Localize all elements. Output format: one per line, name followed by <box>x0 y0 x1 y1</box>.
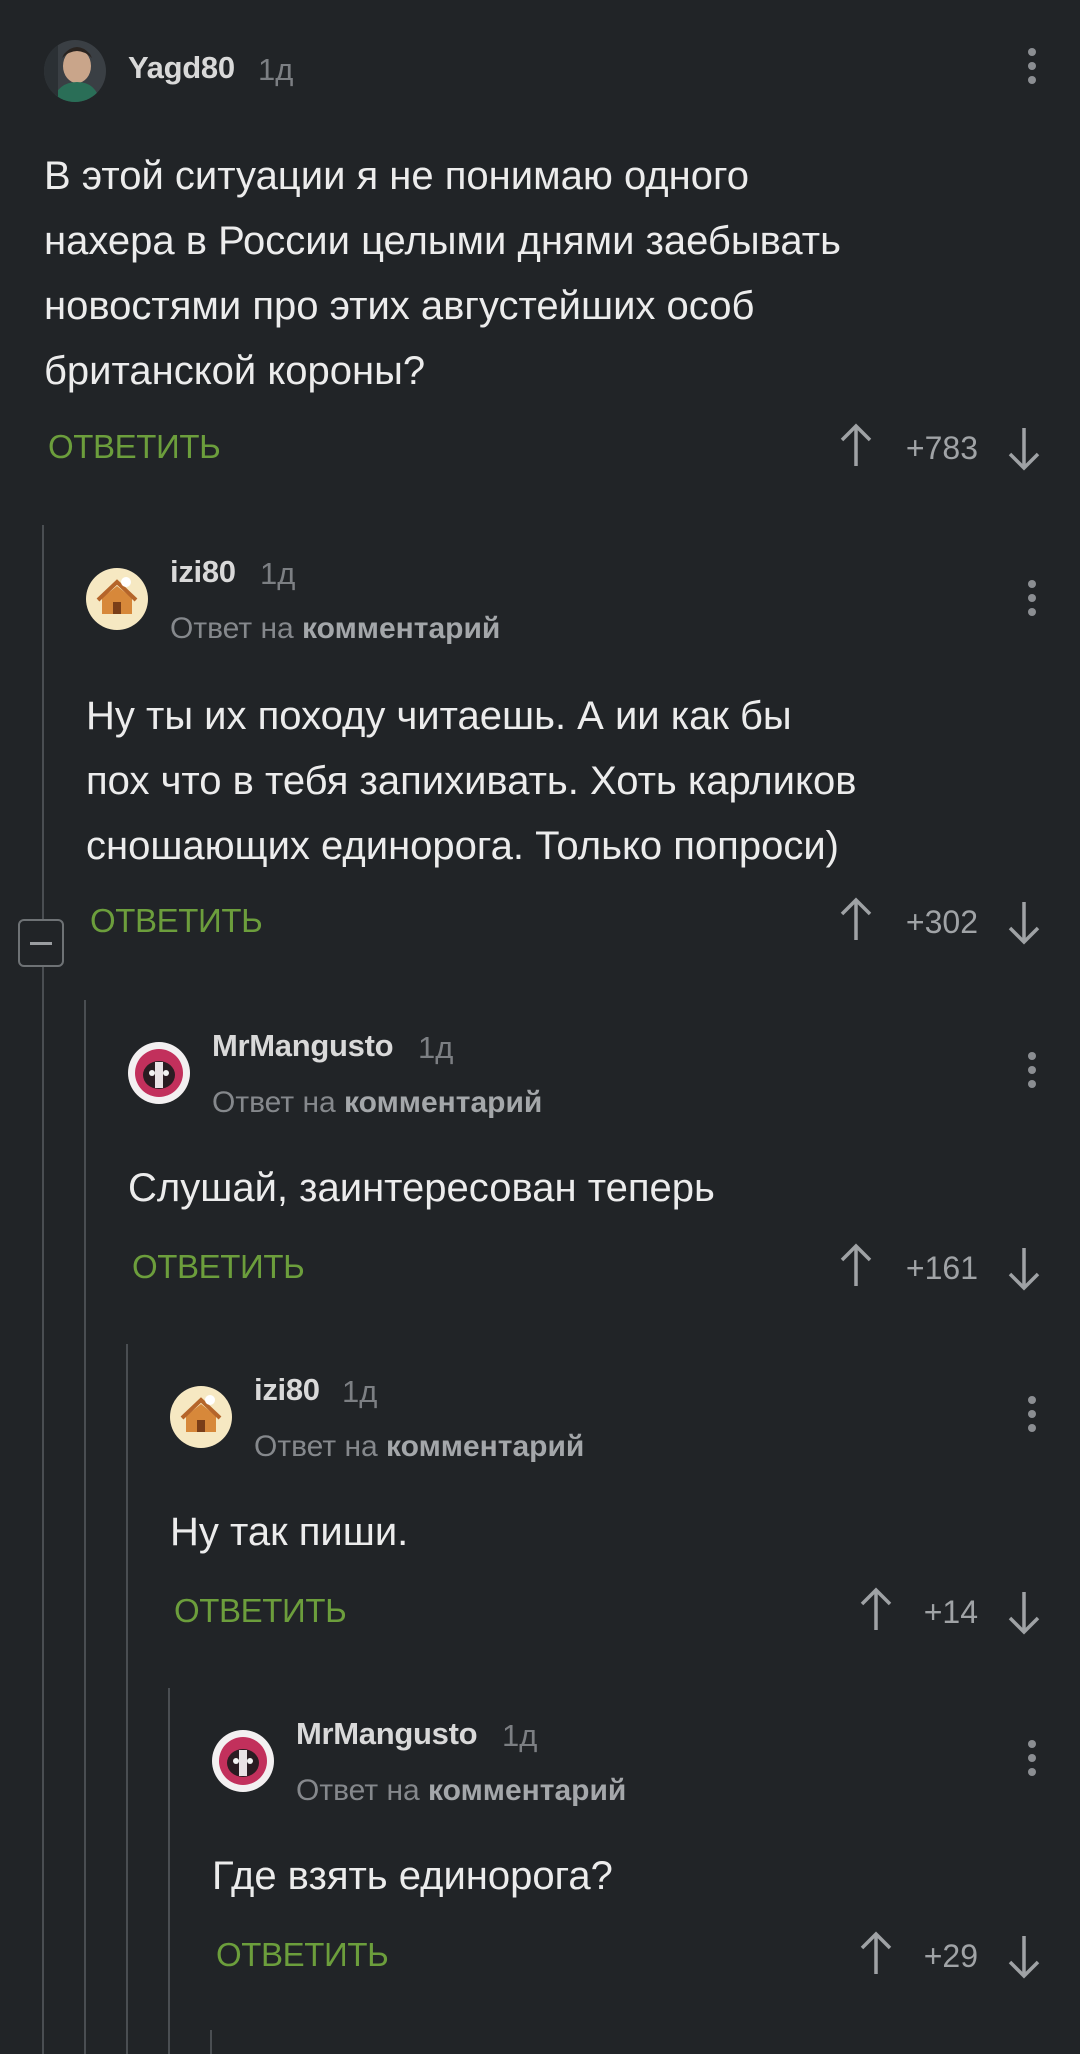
comment-text: Слушай, заинтересован теперь <box>128 1166 715 1210</box>
arrow-up-icon[interactable] <box>836 1242 876 1290</box>
comment: Yagd80 1д В этой ситуации я не понимаю о… <box>0 40 1080 480</box>
vote-score: +783 <box>905 430 978 466</box>
comment: izi80 1д Ответ на комментарий Ну ты их п… <box>0 550 1080 970</box>
thread-line-level-5 <box>210 2030 212 2054</box>
avatar[interactable] <box>170 1386 232 1448</box>
comment-time: 1д <box>258 52 294 87</box>
reply-to-link[interactable]: комментарий <box>428 1774 626 1807</box>
vote-score: +161 <box>905 1250 978 1286</box>
more-vertical-icon[interactable] <box>1024 1052 1040 1092</box>
vote-score: +29 <box>923 1938 978 1974</box>
username[interactable]: MrMangusto <box>212 1028 394 1064</box>
arrow-up-icon[interactable] <box>836 422 876 470</box>
comment: izi80 1д Ответ на комментарий Ну так пиш… <box>0 1368 1080 1668</box>
username[interactable]: Yagd80 <box>128 50 235 86</box>
username[interactable]: izi80 <box>170 554 236 590</box>
arrow-down-icon[interactable] <box>1004 1588 1044 1636</box>
portrait-avatar-icon <box>44 40 106 102</box>
comment: MrMangusto 1д Ответ на комментарий Слуша… <box>0 1024 1080 1324</box>
arrow-down-icon[interactable] <box>1004 1244 1044 1292</box>
arrow-down-icon[interactable] <box>1004 1932 1044 1980</box>
more-vertical-icon[interactable] <box>1024 580 1040 620</box>
arrow-down-icon[interactable] <box>1004 424 1044 472</box>
avatar[interactable] <box>86 568 148 630</box>
comment-time: 1д <box>260 556 296 591</box>
reply-to-prefix: Ответ на <box>254 1430 387 1463</box>
comment-text: В этой ситуации я не понимаю одного нахе… <box>44 154 841 393</box>
reply-to-link[interactable]: комментарий <box>302 612 500 645</box>
badger-avatar-icon <box>212 1730 274 1792</box>
reply-to-line: Ответ на комментарий <box>170 612 500 646</box>
comment-time: 1д <box>502 1718 538 1753</box>
vote-score: +302 <box>905 904 978 940</box>
comment-time: 1д <box>418 1030 454 1065</box>
more-vertical-icon[interactable] <box>1024 1740 1040 1780</box>
username[interactable]: izi80 <box>254 1372 320 1408</box>
house-avatar-icon <box>86 568 148 630</box>
collapse-minus-icon[interactable] <box>18 919 64 967</box>
comment-text: Ну ты их походу читаешь. А ии как бы пох… <box>86 694 857 868</box>
reply-to-prefix: Ответ на <box>296 1774 429 1807</box>
reply-to-prefix: Ответ на <box>212 1086 345 1119</box>
reply-to-link[interactable]: комментарий <box>344 1086 542 1119</box>
comment-text: Ну так пиши. <box>170 1510 409 1554</box>
reply-to-line: Ответ на комментарий <box>296 1774 626 1808</box>
more-vertical-icon[interactable] <box>1024 48 1040 88</box>
reply-button[interactable]: ОТВЕТИТЬ <box>48 428 221 466</box>
reply-button[interactable]: ОТВЕТИТЬ <box>132 1248 305 1286</box>
reply-to-link[interactable]: комментарий <box>386 1430 584 1463</box>
arrow-down-icon[interactable] <box>1004 898 1044 946</box>
avatar[interactable] <box>128 1042 190 1104</box>
more-vertical-icon[interactable] <box>1024 1396 1040 1436</box>
comment: MrMangusto 1д Ответ на комментарий Где в… <box>0 1712 1080 2012</box>
avatar[interactable] <box>212 1730 274 1792</box>
reply-to-line: Ответ на комментарий <box>254 1430 584 1464</box>
reply-button[interactable]: ОТВЕТИТЬ <box>90 902 263 940</box>
avatar[interactable] <box>44 40 106 102</box>
house-avatar-icon <box>170 1386 232 1448</box>
arrow-up-icon[interactable] <box>836 896 876 944</box>
comment-time: 1д <box>342 1374 378 1409</box>
reply-to-line: Ответ на комментарий <box>212 1086 542 1120</box>
comment-text: Где взять единорога? <box>212 1854 613 1898</box>
reply-button[interactable]: ОТВЕТИТЬ <box>174 1592 347 1630</box>
reply-to-prefix: Ответ на <box>170 612 303 645</box>
reply-button[interactable]: ОТВЕТИТЬ <box>216 1936 389 1974</box>
username[interactable]: MrMangusto <box>296 1716 478 1752</box>
vote-score: +14 <box>923 1594 978 1630</box>
badger-avatar-icon <box>128 1042 190 1104</box>
